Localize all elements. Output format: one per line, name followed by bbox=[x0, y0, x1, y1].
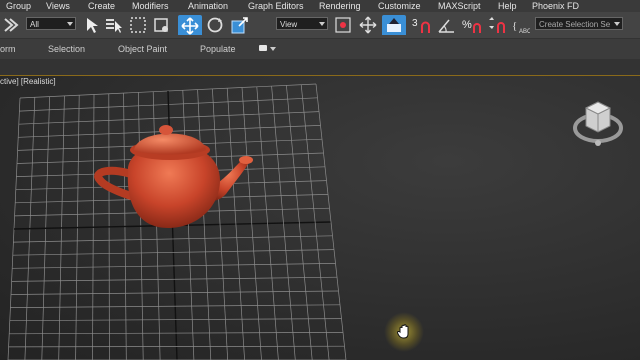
window-crossing-icon[interactable] bbox=[152, 15, 172, 35]
menu-modifiers[interactable]: Modifiers bbox=[132, 0, 169, 12]
menu-help[interactable]: Help bbox=[498, 0, 517, 12]
menu-maxscript[interactable]: MAXScript bbox=[438, 0, 481, 12]
ribbon-bar: orm Selection Object Paint Populate bbox=[0, 39, 640, 59]
percent-snap-icon[interactable]: % bbox=[460, 15, 482, 35]
ribbon-tab-populate[interactable]: Populate bbox=[200, 39, 236, 59]
snaps-dimension-label: 3 bbox=[412, 18, 418, 29]
menu-create[interactable]: Create bbox=[88, 0, 115, 12]
spinner-snap-icon[interactable] bbox=[486, 15, 508, 35]
rect-selection-icon[interactable] bbox=[128, 15, 148, 35]
main-toolbar: All View 3 % {ABC Create Selection Se bbox=[0, 12, 640, 39]
use-pivot-icon[interactable] bbox=[333, 15, 353, 35]
select-and-scale-icon[interactable] bbox=[230, 15, 250, 35]
select-and-move-icon[interactable] bbox=[178, 15, 202, 35]
perspective-viewport[interactable]: ctive] [Realistic] bbox=[0, 76, 640, 360]
ribbon-panel-strip bbox=[0, 59, 640, 77]
snaps-toggle-icon[interactable]: 3 bbox=[410, 15, 434, 35]
selection-filter-dropdown[interactable]: All bbox=[26, 17, 76, 30]
menu-phoenix-fd[interactable]: Phoenix FD bbox=[532, 0, 579, 12]
select-object-icon[interactable] bbox=[82, 15, 102, 35]
named-selection-set-placeholder: Create Selection Se bbox=[539, 20, 611, 29]
ribbon-tab-selection[interactable]: Selection bbox=[48, 39, 85, 59]
select-and-rotate-icon[interactable] bbox=[205, 15, 225, 35]
menu-graph-editors[interactable]: Graph Editors bbox=[248, 0, 304, 12]
svg-text:%: % bbox=[462, 19, 472, 31]
select-by-name-icon[interactable] bbox=[104, 15, 124, 35]
pan-cursor-highlight bbox=[384, 312, 424, 352]
menu-rendering[interactable]: Rendering bbox=[319, 0, 361, 12]
link-chain-icon[interactable] bbox=[2, 15, 22, 35]
menu-bar: Group Views Create Modifiers Animation G… bbox=[0, 0, 640, 12]
menu-customize[interactable]: Customize bbox=[378, 0, 421, 12]
menu-animation[interactable]: Animation bbox=[188, 0, 228, 12]
ribbon-options-icon[interactable] bbox=[258, 44, 278, 54]
svg-text:{: { bbox=[512, 20, 517, 32]
select-and-manipulate-icon[interactable] bbox=[358, 15, 378, 35]
reference-coordinate-dropdown[interactable]: View bbox=[276, 17, 328, 30]
angle-snap-icon[interactable] bbox=[436, 15, 458, 35]
teapot-object[interactable] bbox=[0, 76, 640, 360]
menu-group[interactable]: Group bbox=[6, 0, 31, 12]
ribbon-tab-object-paint[interactable]: Object Paint bbox=[118, 39, 167, 59]
selection-filter-value: All bbox=[30, 20, 39, 29]
named-selection-set-dropdown[interactable]: Create Selection Se bbox=[535, 17, 623, 30]
edit-named-selection-sets-icon[interactable]: { ABC bbox=[510, 15, 530, 35]
viewcube-icon[interactable] bbox=[572, 94, 628, 154]
pan-hand-cursor-icon bbox=[397, 324, 409, 339]
reference-coordinate-value: View bbox=[280, 20, 298, 29]
ribbon-tab-freeform[interactable]: orm bbox=[0, 39, 16, 59]
keyboard-shortcut-override-icon[interactable] bbox=[382, 15, 406, 35]
svg-text:ABC: ABC bbox=[519, 29, 530, 35]
menu-views[interactable]: Views bbox=[46, 0, 70, 12]
